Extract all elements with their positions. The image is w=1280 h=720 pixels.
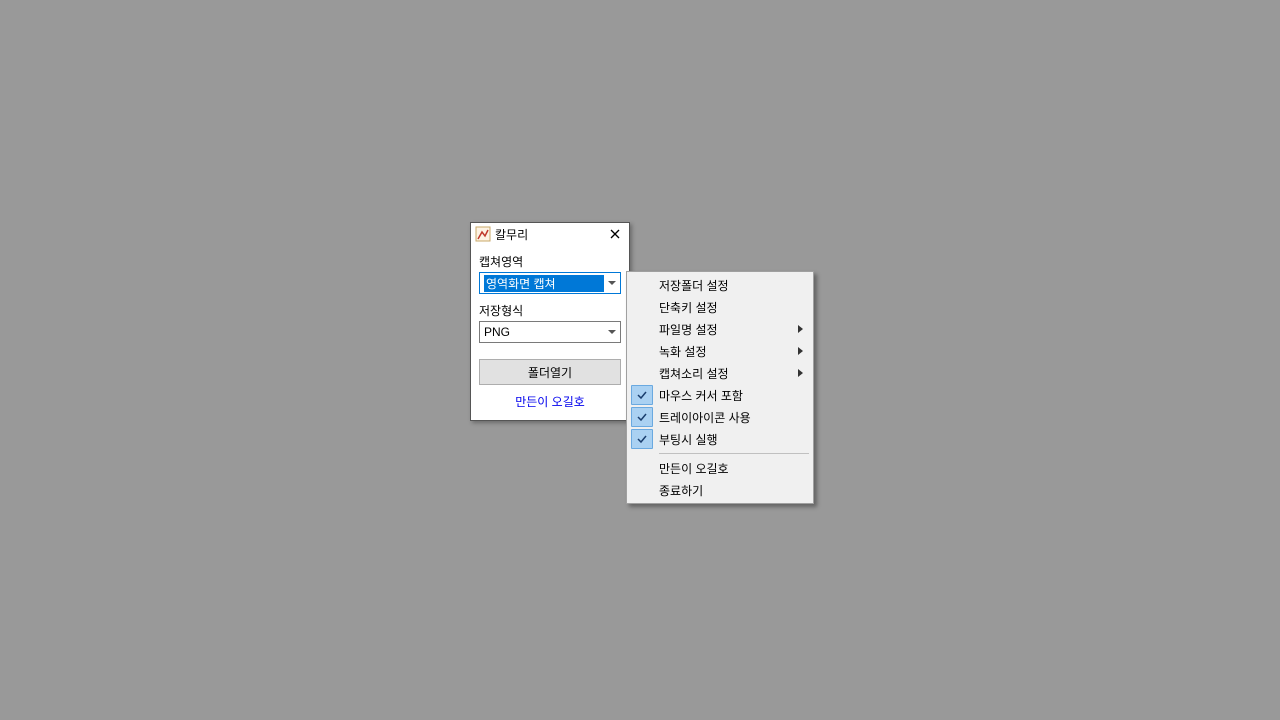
menu-item-label: 캡쳐소리 설정 [655,365,793,382]
chevron-right-icon [793,369,807,377]
capture-area-combobox[interactable]: 영역화면 캡쳐 [479,272,621,294]
chevron-right-icon [793,347,807,355]
close-button[interactable] [605,224,625,244]
chevron-right-icon [793,325,807,333]
menu-item-tray-icon[interactable]: 트레이아이콘 사용 [629,406,811,428]
menu-item-label: 트레이아이콘 사용 [655,409,793,426]
chevron-down-icon [604,322,620,342]
menu-item-label: 단축키 설정 [655,299,793,316]
open-folder-button[interactable]: 폴더열기 [479,359,621,385]
menu-check-icon [629,274,655,296]
check-icon [631,407,653,427]
menu-check-icon [629,479,655,501]
context-menu: 저장폴더 설정 단축키 설정 파일명 설정 녹화 설정 캡쳐소리 설정 마우스 … [626,271,814,504]
menu-item-exit[interactable]: 종료하기 [629,479,811,501]
window-title: 칼무리 [495,226,605,243]
menu-item-capture-sound[interactable]: 캡쳐소리 설정 [629,362,811,384]
check-icon [631,385,653,405]
menu-item-label: 만든이 오길호 [655,460,793,477]
menu-item-record[interactable]: 녹화 설정 [629,340,811,362]
close-icon [610,229,620,239]
save-format-label: 저장형식 [479,302,621,319]
menu-item-hotkey[interactable]: 단축키 설정 [629,296,811,318]
author-link[interactable]: 만든이 오길호 [479,393,621,410]
menu-check-icon [629,318,655,340]
menu-item-label: 종료하기 [655,482,793,499]
menu-item-label: 파일명 설정 [655,321,793,338]
window-body: 캡쳐영역 영역화면 캡쳐 저장형식 PNG 폴더열기 만든이 오길호 [471,245,629,420]
save-format-value: PNG [484,325,604,339]
menu-item-include-cursor[interactable]: 마우스 커서 포함 [629,384,811,406]
capture-area-value: 영역화면 캡쳐 [484,275,604,292]
menu-item-author[interactable]: 만든이 오길호 [629,457,811,479]
app-window: 칼무리 캡쳐영역 영역화면 캡쳐 저장형식 PNG 폴더열기 만든이 오길호 [470,222,630,421]
chevron-down-icon [604,273,620,293]
menu-check-icon [629,340,655,362]
menu-check-icon [629,296,655,318]
titlebar[interactable]: 칼무리 [471,223,629,245]
menu-check-icon [629,362,655,384]
menu-item-label: 부팅시 실행 [655,431,793,448]
menu-item-label: 마우스 커서 포함 [655,387,793,404]
menu-item-run-on-boot[interactable]: 부팅시 실행 [629,428,811,450]
menu-item-save-folder[interactable]: 저장폴더 설정 [629,274,811,296]
menu-separator [659,453,809,454]
check-icon [631,429,653,449]
menu-item-filename[interactable]: 파일명 설정 [629,318,811,340]
save-format-combobox[interactable]: PNG [479,321,621,343]
menu-check-icon [629,457,655,479]
menu-item-label: 저장폴더 설정 [655,277,793,294]
menu-item-label: 녹화 설정 [655,343,793,360]
capture-area-label: 캡쳐영역 [479,253,621,270]
app-icon [475,226,491,242]
